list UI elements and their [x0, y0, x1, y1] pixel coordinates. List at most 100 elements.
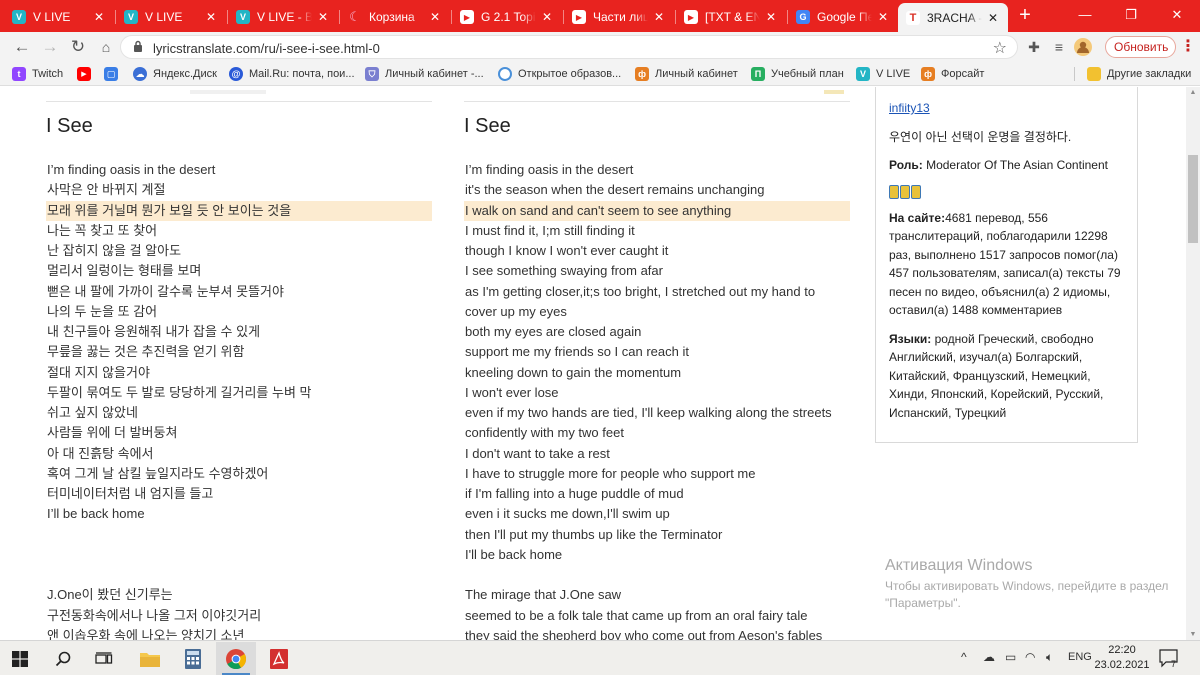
bookmark-youtube[interactable]: ▶ — [77, 66, 97, 82]
close-icon[interactable]: ✕ — [876, 10, 890, 24]
bookmark-label: V LIVE — [876, 68, 911, 80]
onedrive-icon[interactable]: ☁ — [983, 650, 995, 664]
bookmark-yandex-disk[interactable]: ☁ Яндекс.Диск — [133, 66, 217, 82]
translator-stats: На сайте:4681 перевод, 556 транслитераци… — [889, 210, 1121, 318]
bookmark-twitch[interactable]: t Twitch — [12, 66, 63, 82]
star-icon[interactable]: ☆ — [993, 38, 1007, 58]
lyric-line: 무릎을 꿇는 것은 추진력을 얻기 위함 — [47, 344, 245, 360]
new-tab-button[interactable]: + — [1013, 4, 1037, 28]
bookmark-other-folder[interactable]: Другие закладки — [1087, 66, 1191, 82]
close-icon[interactable]: ✕ — [540, 10, 554, 24]
lyric-line: 멀리서 일렁이는 형태를 보며 — [47, 263, 202, 279]
tab-vlive-1[interactable]: V V LIVE ✕ — [4, 4, 114, 30]
translation-lyrics: I’m finding oasis in the desert it's the … — [464, 160, 850, 640]
close-icon[interactable]: ✕ — [428, 10, 442, 24]
lyric-line: confidently with my two feet — [465, 425, 624, 441]
calculator-icon[interactable] — [173, 642, 213, 675]
close-icon[interactable]: ✕ — [204, 10, 218, 24]
tab-lyricstranslate[interactable]: T 3RACHA - T ✕ — [898, 3, 1008, 32]
chrome-icon[interactable] — [216, 642, 256, 675]
lyric-line: 모래 위를 거닐며 뭔가 보일 듯 안 보이는 것을 — [46, 200, 432, 221]
lyric-line — [464, 565, 850, 585]
tab-title: Части лица — [593, 10, 648, 24]
minimize-button[interactable]: — — [1062, 0, 1108, 30]
bookmark-cabinet-2[interactable]: ф Личный кабинет — [635, 66, 738, 82]
lyric-line: even i it sucks me down,I'll swim up — [465, 506, 670, 522]
bookmark-open-education[interactable]: Открытое образов... — [498, 66, 621, 82]
bookmark-label: Mail.Ru: почта, пои... — [249, 68, 355, 80]
bookmark-forsite[interactable]: ф Форсайт — [921, 66, 984, 82]
lyric-line: 아 대 진흙탕 속에서 — [47, 445, 154, 461]
tab-youtube-1[interactable]: ▶ G 2.1 Topic ✕ — [452, 4, 562, 30]
lock-icon[interactable] — [133, 40, 147, 54]
menu-dots-icon[interactable]: ⋮ — [1180, 36, 1196, 56]
bookmark-vlive[interactable]: V V LIVE — [856, 66, 910, 82]
close-icon[interactable]: ✕ — [652, 10, 666, 24]
tab-vlive-2[interactable]: V V LIVE ✕ — [116, 4, 226, 30]
close-icon[interactable]: ✕ — [92, 10, 106, 24]
google-translate-icon: G — [796, 10, 810, 24]
taskbar-clock[interactable]: 22:20 23.02.2021 — [1092, 643, 1152, 673]
volume-icon[interactable]: 🔈︎ — [1046, 650, 1053, 665]
lyric-line: I'll be back home — [465, 546, 563, 562]
youtube-icon: ▶ — [77, 67, 91, 81]
bookmark-mailru[interactable]: @ Mail.Ru: почта, пои... — [229, 66, 355, 82]
wifi-icon[interactable]: ◠ — [1025, 650, 1035, 664]
translator-profile-card: infiity13 우연이 아닌 선택이 운명을 결정하다. Роль: Mod… — [875, 87, 1138, 443]
task-view-icon[interactable] — [84, 642, 124, 675]
notification-center-icon[interactable]: 7 — [1158, 647, 1180, 669]
folder-icon — [1087, 67, 1101, 81]
acrobat-icon[interactable] — [259, 642, 299, 675]
tab-vlive-3[interactable]: V V LIVE - Вз ✕ — [228, 4, 338, 30]
lyric-line: 나의 두 눈을 또 감어 — [47, 303, 158, 319]
tab-cart[interactable]: ☾ Корзина ✕ — [340, 4, 450, 30]
lyric-line: I must find it, I;m still finding it — [465, 222, 635, 238]
scroll-down-icon[interactable]: ▼ — [1188, 631, 1198, 638]
lyric-line: even if my two hands are tied, I'll keep… — [465, 405, 832, 420]
media-control-icon[interactable]: ≡ — [1050, 38, 1068, 56]
battery-icon[interactable]: ▭ — [1005, 650, 1016, 664]
tab-google-translate[interactable]: G Google Пе ✕ — [788, 4, 898, 30]
lyric-line: I won't ever lose — [465, 384, 559, 400]
chat-icon: ▢ — [104, 67, 118, 81]
bookmark-label: Twitch — [32, 68, 64, 80]
maximize-button[interactable]: ❐ — [1108, 0, 1154, 30]
url-text[interactable]: lyricstranslate.com/ru/i-see-i-see.html-… — [153, 41, 380, 56]
bookmark-chat[interactable]: ▢ — [104, 66, 124, 82]
bookmark-cabinet-1[interactable]: ⛉ Личный кабинет -... — [365, 66, 484, 82]
update-button[interactable]: Обновить — [1105, 36, 1176, 58]
close-icon[interactable]: ✕ — [986, 11, 1000, 25]
translator-role: Роль: Moderator Of The Asian Continent — [889, 158, 1108, 172]
lyric-line: as I'm getting closer,it;s too bright, I… — [465, 283, 816, 299]
vlive-icon: V — [12, 10, 26, 24]
forward-button[interactable]: → — [38, 35, 62, 59]
youtube-icon: ▶ — [572, 10, 586, 24]
page-scrollbar[interactable]: ▲ ▼ — [1186, 87, 1200, 640]
translator-username-link[interactable]: infiity13 — [889, 101, 930, 115]
show-hidden-icons-icon[interactable]: ^ — [961, 650, 967, 664]
close-window-button[interactable]: ✕ — [1154, 0, 1200, 30]
original-title: I See — [46, 115, 93, 137]
address-bar[interactable]: lyricstranslate.com/ru/i-see-i-see.html-… — [120, 35, 1018, 59]
file-explorer-icon[interactable] — [130, 642, 170, 675]
extension-puzzle-icon[interactable]: ✚ — [1025, 38, 1043, 56]
avatar[interactable] — [1074, 38, 1092, 56]
close-icon[interactable]: ✕ — [764, 10, 778, 24]
vlive-icon: V — [856, 67, 870, 81]
activation-text: Чтобы активировать Windows, перейдите в … — [885, 579, 1169, 610]
medal-icon — [889, 184, 1124, 199]
search-icon[interactable] — [43, 642, 83, 675]
back-button[interactable]: ← — [10, 35, 34, 59]
tab-youtube-3[interactable]: ▶ [TXT & EN ✕ — [676, 4, 786, 30]
tab-youtube-2[interactable]: ▶ Части лица ✕ — [564, 4, 674, 30]
close-icon[interactable]: ✕ — [316, 10, 330, 24]
reload-button[interactable]: ↻ — [66, 35, 90, 59]
home-icon[interactable]: ⌂ — [94, 35, 118, 59]
bookmark-study-plan[interactable]: П Учебный план — [751, 66, 844, 82]
scroll-up-icon[interactable]: ▲ — [1188, 89, 1198, 96]
lyric-line: though I know I won't ever caught it — [465, 243, 669, 258]
scrollbar-thumb[interactable] — [1188, 155, 1198, 243]
windows-start-icon[interactable] — [0, 642, 40, 675]
language-indicator[interactable]: ENG — [1068, 651, 1092, 663]
lyric-line: I’m finding oasis in the desert — [47, 162, 216, 177]
